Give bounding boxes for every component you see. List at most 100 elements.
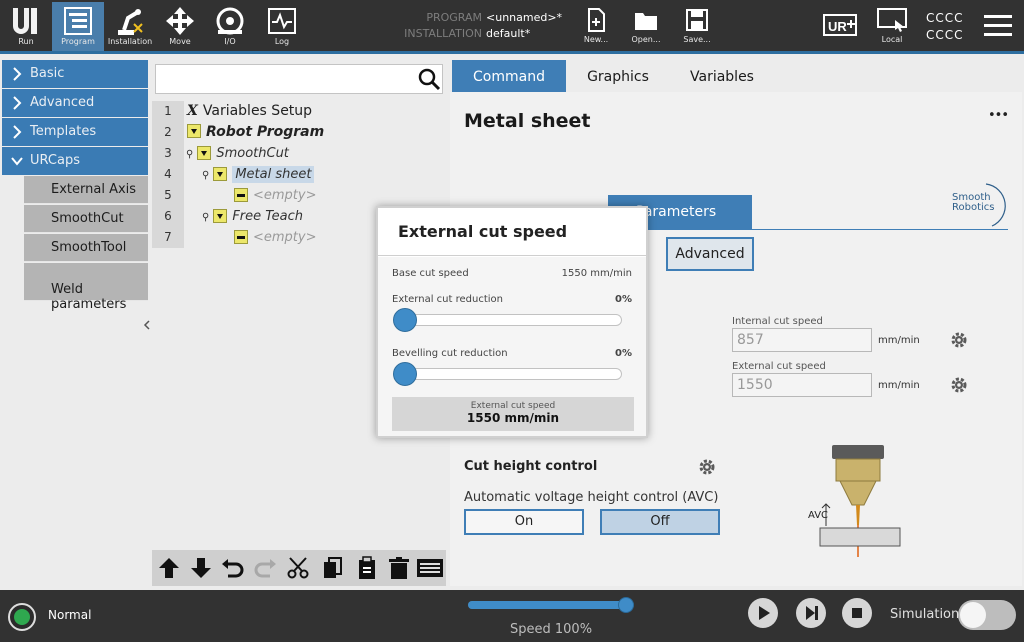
- simulation-label: Simulation: [890, 607, 960, 622]
- redo-icon[interactable]: [252, 556, 278, 580]
- gear-icon[interactable]: [950, 376, 968, 394]
- line-number: 1: [152, 101, 184, 122]
- bevel-reduction-knob[interactable]: [393, 362, 417, 386]
- copy-icon[interactable]: [320, 556, 346, 580]
- save-button[interactable]: Save...: [671, 2, 723, 52]
- tab-move[interactable]: Move: [154, 2, 206, 52]
- speed-slider[interactable]: [468, 597, 634, 613]
- external-cut-speed-dialog: External cut speed Base cut speed 1550 m…: [376, 206, 648, 438]
- nav-urcaps[interactable]: URCaps: [2, 147, 148, 175]
- line-number: 7: [152, 227, 184, 248]
- bottom-bar: Normal Speed 100% Simulation: [0, 590, 1024, 642]
- tab-io[interactable]: I/O: [204, 2, 256, 52]
- tab-installation-label: Installation: [107, 37, 153, 46]
- tab-installation[interactable]: Installation: [104, 2, 156, 52]
- empty-node-icon: [234, 229, 248, 244]
- tab-variables[interactable]: Variables: [670, 60, 774, 94]
- gear-icon[interactable]: [698, 458, 716, 476]
- tab-program-label: Program: [61, 37, 95, 46]
- simulation-toggle[interactable]: [958, 600, 1016, 630]
- avc-on-button[interactable]: On: [464, 509, 584, 535]
- external-speed-field[interactable]: 1550: [732, 373, 872, 397]
- gear-icon[interactable]: [950, 331, 968, 349]
- tab-command[interactable]: Command: [452, 60, 566, 94]
- search-button[interactable]: [416, 66, 442, 92]
- log-chart-icon: [268, 8, 296, 34]
- nav-templates[interactable]: Templates: [2, 118, 148, 146]
- new-file-icon: [588, 8, 605, 32]
- step-button[interactable]: [796, 598, 826, 628]
- dialog-title: External cut speed: [378, 208, 646, 256]
- tab-log[interactable]: Log: [256, 2, 308, 52]
- cut-scissors-icon[interactable]: [286, 556, 312, 580]
- urplus-button[interactable]: UR: [814, 8, 866, 48]
- chevron-right-icon: [13, 96, 22, 110]
- tree-node-empty[interactable]: <empty>: [234, 185, 317, 206]
- robot-name-line-2: CCCC: [926, 28, 964, 42]
- nav-sub-smoothtool[interactable]: SmoothTool: [24, 234, 148, 262]
- tree-node-free-teach[interactable]: ⚲ Free Teach: [202, 206, 303, 227]
- tree-node-label: SmoothCut: [216, 146, 289, 161]
- ext-reduction-value: 0%: [615, 294, 632, 305]
- tree-node-robot-program[interactable]: Robot Program: [187, 122, 324, 143]
- tab-run-label: Run: [18, 37, 34, 46]
- tree-node-metal-sheet[interactable]: ⚲ Metal sheet: [202, 164, 315, 185]
- tree-search-input[interactable]: [155, 64, 443, 94]
- nav-sub-external-axis[interactable]: External Axis: [24, 176, 148, 204]
- stop-button[interactable]: [842, 598, 872, 628]
- stop-icon: [852, 608, 862, 618]
- ext-reduction-knob[interactable]: [393, 308, 417, 332]
- search-icon: [418, 68, 441, 91]
- more-options-button[interactable]: •••: [988, 108, 1009, 123]
- suppress-icon[interactable]: [416, 556, 444, 580]
- avc-off-button[interactable]: Off: [600, 509, 720, 535]
- tree-node-smoothcut[interactable]: ⚲ SmoothCut: [186, 143, 289, 164]
- line-number: 3: [152, 143, 184, 164]
- plasma-torch-icon: [819, 445, 901, 557]
- tab-program[interactable]: Program: [52, 2, 104, 52]
- local-control-button[interactable]: Local: [866, 2, 918, 52]
- open-button[interactable]: Open...: [620, 2, 672, 52]
- nav-sub-label: SmoothTool: [51, 240, 127, 255]
- pin-icon: ⚲: [202, 212, 210, 223]
- tree-node-empty[interactable]: <empty>: [234, 227, 317, 248]
- move-up-icon[interactable]: [156, 556, 182, 580]
- nav-sub-weld-parameters[interactable]: Weld parameters: [24, 263, 148, 312]
- undo-icon[interactable]: [220, 556, 246, 580]
- tab-run[interactable]: Run: [0, 2, 52, 52]
- expand-triangle-icon: [213, 166, 228, 181]
- result-value: 1550 mm/min: [466, 411, 560, 425]
- bevel-reduction-slider[interactable]: [393, 362, 622, 386]
- nav-templates-label: Templates: [30, 124, 97, 139]
- status-text: Normal: [48, 608, 92, 622]
- move-down-icon[interactable]: [188, 556, 214, 580]
- new-button[interactable]: New...: [570, 2, 622, 52]
- nav-advanced-label: Advanced: [30, 95, 95, 110]
- status-indicator[interactable]: [8, 603, 36, 631]
- ur-plus-icon: UR: [823, 14, 857, 36]
- ext-reduction-slider[interactable]: [393, 308, 622, 332]
- nav-sub-smoothcut[interactable]: SmoothCut: [24, 205, 148, 233]
- delete-trash-icon[interactable]: [386, 556, 412, 580]
- tree-toolbar: [152, 550, 446, 586]
- line-number: 4: [152, 164, 184, 185]
- tab-graphics[interactable]: Graphics: [570, 60, 666, 94]
- internal-speed-field[interactable]: 857: [732, 328, 872, 352]
- expand-triangle-icon: [197, 145, 212, 160]
- paste-clipboard-icon[interactable]: [354, 556, 380, 580]
- expand-triangle-icon: [213, 208, 228, 223]
- tree-node-label: Free Teach: [232, 209, 303, 224]
- tree-node-variables-setup[interactable]: X Variables Setup: [187, 101, 312, 122]
- nav-advanced[interactable]: Advanced: [2, 89, 148, 117]
- nav-basic[interactable]: Basic: [2, 60, 148, 88]
- speed-slider-knob[interactable]: [618, 597, 634, 613]
- torch-illustration: AVC: [804, 442, 914, 562]
- expand-triangle-icon: [187, 124, 201, 138]
- advanced-button[interactable]: Advanced: [666, 237, 754, 271]
- hamburger-menu-button[interactable]: [982, 12, 1014, 40]
- avc-label: Automatic voltage height control (AVC): [464, 490, 719, 505]
- pin-icon: ⚲: [186, 149, 194, 160]
- play-button[interactable]: [748, 598, 778, 628]
- tree-node-label: <empty>: [253, 188, 317, 203]
- cut-height-heading: Cut height control: [464, 459, 598, 474]
